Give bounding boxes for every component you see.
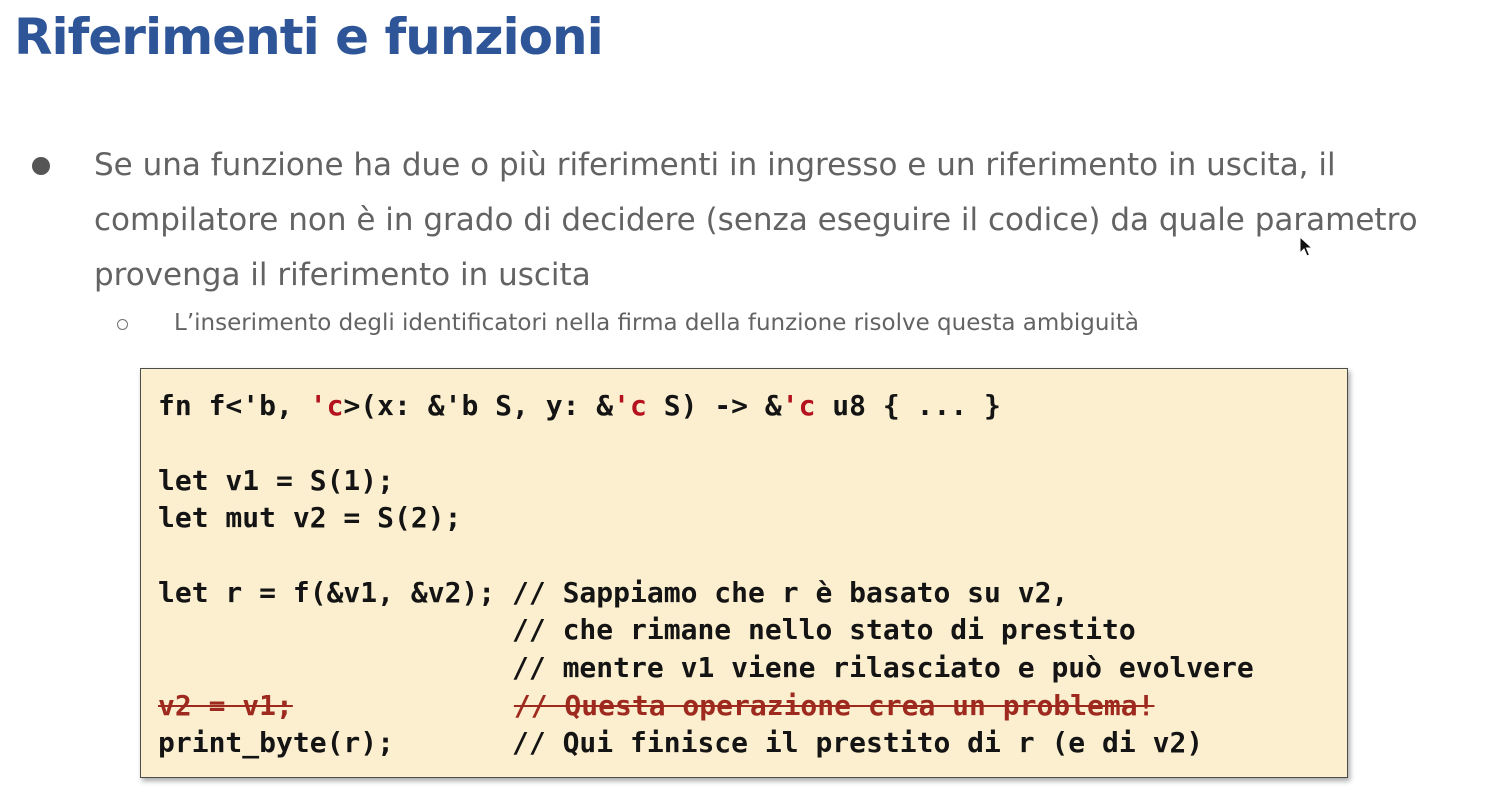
bullet-text: Se una funzione ha due o più riferimenti… [94,138,1494,303]
lifetime-c-highlight: 'c [781,389,816,422]
code-line-let-r: let r = f(&v1, &v2); // Sappiamo che r è… [158,576,1069,609]
subbullet-text: L’inserimento degli identificatori nella… [174,310,1139,336]
lifetime-c-highlight: 'c [309,389,344,422]
code-line-let-v2: let mut v2 = S(2); [158,501,462,534]
code-sig-part: >(x: &'b S, y: & [343,389,614,422]
mouse-pointer-icon [1299,236,1313,257]
struck-comment: // Questa operazione crea un problema! [513,689,1155,722]
lifetime-c-highlight: 'c [613,389,647,422]
code-sig-part: u8 { ... } [815,389,1001,422]
code-sig-part: fn f<'b, [158,389,310,422]
subbullet-circle-icon [117,319,128,330]
code-line-comment-1: // che rimane nello stato di prestito [158,613,1136,646]
code-line-signature: fn f<'b, 'c>(x: &'b S, y: &'c S) -> &'c … [158,389,1001,422]
bullet-dot-icon [32,157,50,175]
code-block: fn f<'b, 'c>(x: &'b S, y: &'c S) -> &'c … [140,368,1348,778]
slide-title: Riferimenti e funzioni [14,8,604,66]
code-sig-part: S) -> & [646,389,782,422]
struck-statement: v2 = v1; [158,689,293,722]
code-line-print-byte: print_byte(r); // Qui finisce il prestit… [158,726,1204,759]
code-line-comment-2: // mentre v1 viene rilasciato e può evol… [158,651,1254,684]
bullet-line-3: provenga il riferimento in uscita [94,257,591,293]
bullet-line-2: compilatore non è in grado di decidere (… [94,202,1418,238]
bullet-line-1: Se una funzione ha due o più riferimenti… [94,147,1336,183]
code-line-let-v1: let v1 = S(1); [158,464,395,497]
code-line-struck: v2 = v1; // Questa operazione crea un pro… [158,689,1154,722]
